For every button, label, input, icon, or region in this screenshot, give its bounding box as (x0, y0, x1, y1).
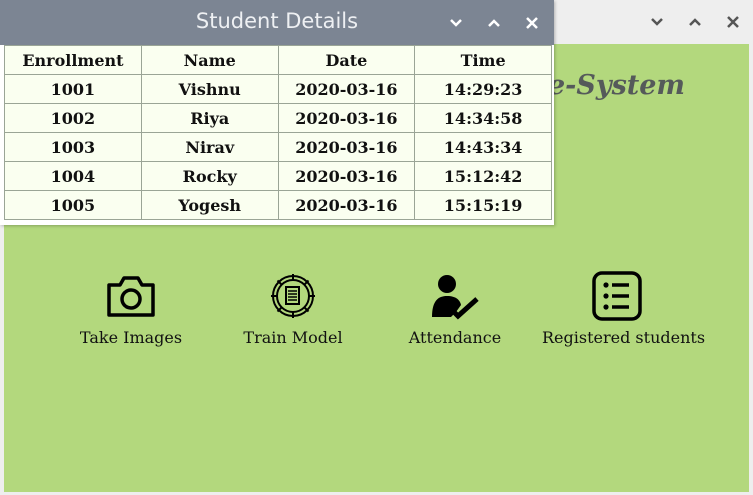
table-row[interactable]: 1005 Yogesh 2020-03-16 15:15:19 (4, 190, 552, 220)
table-row[interactable]: 1003 Nirav 2020-03-16 14:43:34 (4, 132, 552, 162)
cell-name: Yogesh (140, 190, 279, 220)
gear-document-icon (271, 274, 315, 318)
train-model-label: Train Model (243, 328, 343, 347)
camera-icon (107, 276, 155, 317)
chevron-up-icon (488, 19, 500, 27)
take-images-label: Take Images (79, 328, 183, 347)
cell-name: Nirav (140, 132, 279, 162)
cell-date: 2020-03-16 (277, 190, 416, 220)
student-details-dialog: Student Details Enrollment Name Date Tim… (0, 0, 554, 225)
close-icon (526, 17, 538, 29)
chevron-down-icon (450, 19, 462, 27)
cell-enrollment: 1004 (4, 161, 142, 191)
student-table: Enrollment Name Date Time 1001 Vishnu 20… (4, 45, 552, 220)
registered-students-button[interactable]: Registered students (542, 268, 706, 347)
attendance-button[interactable]: Attendance (380, 268, 530, 347)
cell-time: 15:12:42 (414, 161, 552, 191)
person-check-icon (432, 275, 479, 320)
cell-time: 14:43:34 (414, 132, 552, 162)
table-row[interactable]: 1004 Rocky 2020-03-16 15:12:42 (4, 161, 552, 191)
cell-name: Riya (140, 103, 279, 133)
app-title: e-System (548, 70, 685, 101)
dialog-close-button[interactable] (522, 13, 542, 33)
take-images-button[interactable]: Take Images (56, 268, 206, 347)
dialog-titlebar[interactable]: Student Details (0, 0, 554, 45)
cell-date: 2020-03-16 (277, 161, 416, 191)
table-row[interactable]: 1002 Riya 2020-03-16 14:34:58 (4, 103, 552, 133)
dialog-controls (446, 13, 542, 33)
column-header-time: Time (414, 45, 552, 75)
cell-name: Rocky (140, 161, 279, 191)
cell-date: 2020-03-16 (277, 132, 416, 162)
window-border-right (749, 44, 753, 495)
list-icon (592, 271, 642, 321)
train-model-button[interactable]: Train Model (218, 268, 368, 347)
cell-enrollment: 1005 (4, 190, 142, 220)
minimize-button[interactable] (647, 12, 667, 32)
column-header-name: Name (140, 45, 279, 75)
close-button[interactable] (723, 12, 743, 32)
cell-time: 15:15:19 (414, 190, 552, 220)
table-row[interactable]: 1001 Vishnu 2020-03-16 14:29:23 (4, 74, 552, 104)
column-header-date: Date (277, 45, 416, 75)
dialog-minimize-button[interactable] (446, 13, 466, 33)
cell-enrollment: 1003 (4, 132, 142, 162)
cell-name: Vishnu (140, 74, 279, 104)
cell-enrollment: 1001 (4, 74, 142, 104)
cell-time: 14:29:23 (414, 74, 552, 104)
cell-date: 2020-03-16 (277, 74, 416, 104)
dialog-maximize-button[interactable] (484, 13, 504, 33)
cell-enrollment: 1002 (4, 103, 142, 133)
registered-students-label: Registered students (542, 328, 706, 347)
main-window-controls (647, 12, 743, 32)
table-header-row: Enrollment Name Date Time (4, 45, 552, 75)
chevron-up-icon (689, 18, 701, 26)
cell-time: 14:34:58 (414, 103, 552, 133)
close-icon (727, 16, 739, 28)
chevron-down-icon (651, 18, 663, 26)
attendance-label: Attendance (408, 328, 502, 347)
cell-date: 2020-03-16 (277, 103, 416, 133)
maximize-button[interactable] (685, 12, 705, 32)
column-header-enrollment: Enrollment (4, 45, 142, 75)
